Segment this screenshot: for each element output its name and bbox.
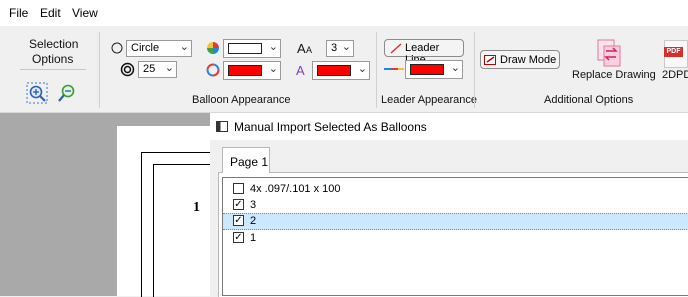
chevron-down-icon: ⌄ [179, 41, 189, 53]
list-item[interactable]: ✓ 3 [223, 197, 688, 214]
leader-color-select[interactable]: ⌄ [405, 60, 463, 79]
fill-color-select[interactable]: ⌄ [223, 39, 281, 58]
drawing-inner-border [153, 164, 211, 297]
svg-text:A: A [306, 45, 312, 55]
pdf-badge: PDF [664, 47, 683, 57]
fill-color-icon [207, 42, 219, 54]
draw-mode-icon [484, 55, 496, 65]
tab-page-1-label: Page 1 [230, 155, 269, 169]
text-size-value: 3 [331, 42, 338, 54]
menu-edit[interactable]: Edit [40, 6, 61, 20]
tab-page-1[interactable]: Page 1 [222, 147, 270, 173]
balloon-appearance-label: Balloon Appearance [192, 94, 291, 106]
chevron-down-icon: ⌄ [268, 63, 278, 75]
list-item-selected[interactable]: ✓ 2 [223, 213, 688, 230]
item-label: 3 [250, 199, 257, 211]
selection-options-label-2[interactable]: Options [32, 52, 73, 66]
balloon-number: 1 [193, 200, 200, 215]
chevron-down-icon: ⌄ [357, 63, 367, 75]
chevron-down-icon: ⌄ [268, 41, 278, 53]
leader-appearance-label: Leader Appearance [381, 94, 478, 106]
outline-color-swatch [228, 65, 262, 76]
leader-color-swatch [410, 64, 444, 75]
twod-label[interactable]: 2DPD [662, 69, 688, 81]
additional-options-label: Additional Options [544, 94, 634, 106]
manual-import-dialog: Manual Import Selected As Balloons Page … [210, 113, 688, 297]
outline-color-select[interactable]: ⌄ [223, 61, 281, 80]
replace-drawing-label[interactable]: Replace Drawing [572, 69, 656, 81]
menu-bar: File Edit View [0, 0, 688, 26]
balloon-size-value: 25 [143, 63, 156, 75]
item-label: 1 [250, 232, 257, 244]
text-size-icon: A A [297, 41, 312, 55]
text-size-select[interactable]: 3 ⌄ [326, 40, 354, 57]
chevron-down-icon: ⌄ [164, 62, 174, 74]
outline-color-icon [206, 63, 220, 77]
svg-text:A: A [296, 63, 305, 77]
chevron-down-icon: ⌄ [341, 41, 351, 53]
fill-color-swatch [228, 43, 262, 54]
item-label: 2 [250, 215, 257, 227]
balloon-shape-value: Circle [131, 42, 160, 54]
svg-text:A: A [297, 41, 306, 55]
leader-color-icon [384, 68, 404, 70]
draw-mode-label: Draw Mode [500, 54, 557, 66]
zoom-out-icon[interactable] [56, 82, 78, 104]
draw-mode-button[interactable]: Draw Mode [480, 50, 560, 69]
chevron-down-icon: ⌄ [450, 62, 460, 74]
divider [20, 69, 86, 70]
balloon-size-select[interactable]: 25 ⌄ [138, 61, 177, 78]
drawing-canvas[interactable]: 1 [0, 113, 211, 297]
balloon-shape-select[interactable]: Circle ⌄ [126, 40, 192, 57]
separator [474, 32, 475, 108]
text-color-select[interactable]: ⌄ [312, 61, 370, 80]
item-checkbox-checked[interactable]: ✓ [233, 232, 244, 243]
balloon-list[interactable]: 4x .097/.101 x 100 ✓ 3 ✓ 2 ✓ 1 [222, 177, 688, 296]
item-checkbox[interactable] [233, 183, 244, 194]
text-color-icon: A [296, 63, 305, 77]
pdf-icon[interactable]: PDF [664, 40, 688, 68]
dialog-title-bar[interactable]: Manual Import Selected As Balloons [210, 113, 688, 140]
leader-line-button[interactable]: Leader Line [384, 39, 464, 66]
circle-shape-icon [111, 42, 123, 54]
menu-file[interactable]: File [9, 6, 28, 20]
separator [376, 32, 377, 108]
ribbon: Selection Options Circle ⌄ 25 ⌄ ⌄ ⌄ A A … [0, 26, 688, 113]
selection-options-label-1[interactable]: Selection [29, 37, 78, 51]
replace-drawing-icon[interactable] [594, 39, 624, 67]
zoom-in-icon[interactable] [26, 82, 48, 104]
list-item[interactable]: 4x .097/.101 x 100 [223, 181, 688, 198]
balloon-size-icon [120, 62, 135, 77]
text-color-swatch [317, 65, 351, 76]
item-checkbox-checked[interactable]: ✓ [233, 199, 244, 210]
leader-line-icon [390, 43, 402, 54]
list-item[interactable]: ✓ 1 [223, 230, 688, 247]
item-label: 4x .097/.101 x 100 [250, 183, 341, 195]
dialog-title: Manual Import Selected As Balloons [234, 120, 427, 134]
separator [99, 32, 100, 108]
item-checkbox-checked[interactable]: ✓ [233, 215, 244, 226]
menu-view[interactable]: View [72, 6, 98, 20]
app-icon [216, 121, 228, 132]
drawing-sheet: 1 [117, 126, 211, 297]
